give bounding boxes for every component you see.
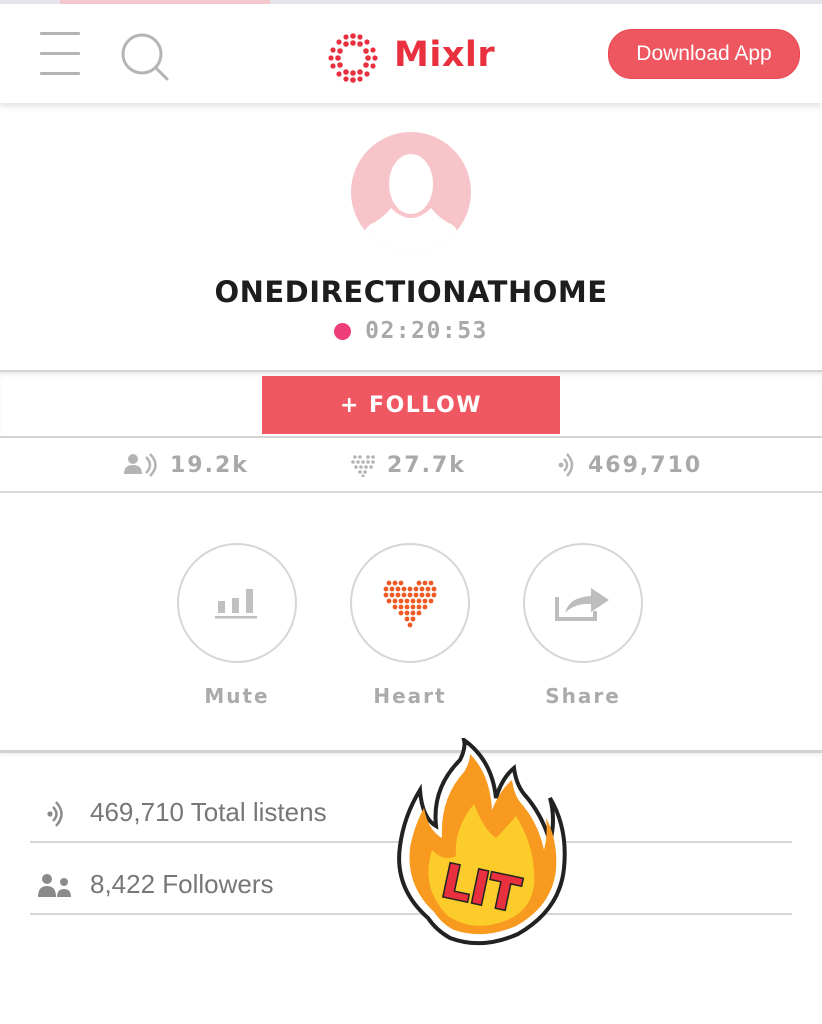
followers-text: 8,422 Followers [90, 869, 274, 899]
share-action[interactable]: Share [523, 543, 643, 718]
mixlr-dots-icon [328, 33, 378, 83]
listens-count: 469,710 [588, 452, 703, 478]
heart-icon [351, 455, 375, 477]
stats-divider [0, 491, 822, 493]
hearts-stat: 27.7k [351, 448, 466, 482]
search-icon[interactable] [120, 32, 172, 84]
heart-button[interactable] [350, 543, 470, 663]
heart-action[interactable]: Heart [350, 543, 470, 718]
listens-icon [558, 453, 574, 477]
profile-username: ONEDIRECTIONATHOME [214, 275, 608, 309]
heart-label: Heart [373, 684, 447, 708]
listeners-count: 19.2k [170, 452, 249, 478]
download-app-button[interactable]: Download App [608, 29, 800, 79]
share-label: Share [545, 684, 621, 708]
hearts-count: 27.7k [387, 452, 466, 478]
mute-bars-icon [215, 589, 257, 619]
listens-icon [47, 801, 63, 827]
logo-wordmark: Mixlr [394, 35, 496, 75]
live-dot-icon [334, 322, 352, 340]
lit-fire-sticker: LIT [397, 738, 567, 946]
mute-label: Mute [204, 684, 270, 708]
top-nav-bar: Mixlr Download App [0, 4, 822, 103]
listeners-stat: 19.2k [124, 448, 249, 482]
total-listens-text: 469,710 Total listens [90, 797, 327, 827]
heart-dots-icon [383, 580, 437, 628]
live-indicator: 02:20:53 [0, 318, 822, 344]
follow-button[interactable]: + FOLLOW [262, 376, 560, 434]
listener-icon [124, 453, 157, 477]
avatar[interactable] [351, 132, 471, 252]
mute-action[interactable]: Mute [177, 543, 297, 718]
followers-icon [38, 874, 71, 897]
live-duration: 02:20:53 [365, 318, 488, 344]
hamburger-menu-icon[interactable] [40, 32, 80, 76]
share-button[interactable] [523, 543, 643, 663]
mute-button[interactable] [177, 543, 297, 663]
share-arrow-icon [555, 588, 609, 621]
listens-stat: 469,710 [558, 448, 702, 482]
